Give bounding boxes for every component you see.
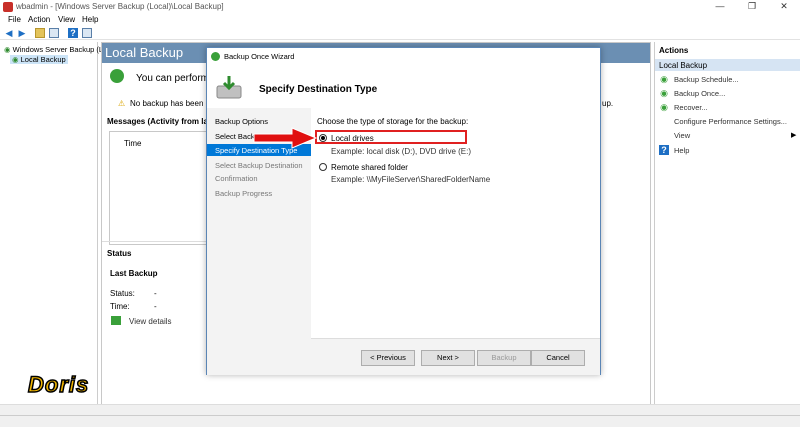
actions-pane: Actions Local Backup ◉ Backup Schedule..…: [654, 42, 800, 415]
backup-icon: ◉: [12, 55, 19, 64]
horizontal-scrollbar[interactable]: [0, 404, 800, 415]
wizard-heading: Specify Destination Type: [259, 84, 378, 95]
actions-section-label: Local Backup: [659, 61, 708, 70]
tree-child-label: Local Backup: [20, 55, 66, 64]
action-backup-once[interactable]: Backup Once...: [674, 89, 725, 98]
properties-icon[interactable]: [82, 28, 92, 38]
next-button[interactable]: Next >: [421, 350, 475, 366]
step-select-destination: Select Backup Destination: [215, 161, 303, 170]
window-title: wbadmin - [Windows Server Backup (Local)…: [16, 2, 224, 11]
backup-once-icon: ◉: [660, 88, 668, 98]
action-recover[interactable]: Recover...: [674, 103, 708, 112]
time-key: Time:: [110, 302, 130, 311]
wizard-content: Choose the type of storage for the backu…: [311, 108, 600, 375]
local-drives-example: Example: local disk (D:), DVD drive (E:): [331, 147, 472, 156]
step-backup-options[interactable]: Backup Options: [215, 117, 268, 126]
warning-tail: up.: [602, 99, 614, 108]
tree-item-local-backup[interactable]: ◉ Local Backup: [10, 55, 68, 64]
forward-icon[interactable]: ▶: [17, 28, 27, 38]
divider: [102, 241, 206, 242]
warning-icon: ⚠: [118, 99, 126, 108]
view-details-link[interactable]: View details: [129, 317, 172, 326]
radio-dot: [321, 136, 325, 140]
backup-icon: [110, 69, 124, 83]
previous-button[interactable]: < Previous: [361, 350, 415, 366]
last-backup-label: Last Backup: [110, 269, 158, 278]
remote-folder-label[interactable]: Remote shared folder: [331, 163, 408, 172]
action-view[interactable]: View: [674, 131, 690, 140]
menu-file[interactable]: File: [8, 15, 21, 24]
dialog-title: Backup Once Wizard: [224, 52, 295, 61]
cancel-button[interactable]: Cancel: [531, 350, 585, 366]
backup-once-wizard-dialog: Backup Once Wizard Specify Destination T…: [206, 47, 601, 375]
warning-text: No backup has been c: [130, 99, 210, 108]
wizard-backup-icon: [215, 74, 243, 100]
recover-icon: ◉: [660, 102, 668, 112]
maximize-button[interactable]: ❐: [737, 0, 767, 14]
folder-up-icon[interactable]: [35, 28, 45, 38]
backup-button: Backup: [477, 350, 531, 366]
menu-bar: File Action View Help: [0, 14, 800, 26]
minimize-button[interactable]: —: [705, 0, 735, 14]
time-column-header[interactable]: Time: [124, 139, 141, 148]
remote-folder-example: Example: \\MyFileServer\SharedFolderName: [331, 175, 491, 184]
menu-help[interactable]: Help: [82, 15, 98, 24]
remote-folder-radio[interactable]: [319, 163, 327, 171]
status-value: -: [154, 289, 157, 298]
tree-root-label: Windows Server Backup (L: [12, 45, 104, 54]
step-backup-progress: Backup Progress: [215, 189, 273, 198]
back-icon[interactable]: ◀: [4, 28, 14, 38]
menu-view[interactable]: View: [58, 15, 75, 24]
menu-action[interactable]: Action: [28, 15, 50, 24]
action-backup-schedule[interactable]: Backup Schedule...: [674, 75, 739, 84]
time-value: -: [154, 302, 157, 311]
status-label: Status: [107, 249, 132, 258]
local-drives-label[interactable]: Local drives: [331, 134, 374, 143]
actions-header: Actions: [659, 46, 689, 55]
watermark-logo: Doris: [27, 371, 90, 398]
help-icon[interactable]: ?: [68, 28, 78, 38]
backup-icon: [211, 52, 220, 61]
status-key: Status:: [110, 289, 135, 298]
schedule-icon: ◉: [660, 74, 668, 84]
status-bar: [0, 415, 800, 427]
close-button[interactable]: ✕: [769, 0, 799, 14]
step-confirmation: Confirmation: [215, 174, 258, 183]
action-help[interactable]: Help: [674, 146, 689, 155]
actions-section[interactable]: Local Backup: [655, 59, 800, 71]
show-hide-tree-icon[interactable]: [49, 28, 59, 38]
tree-item-root[interactable]: ◉ Windows Server Backup (L: [4, 45, 103, 54]
backup-icon: ◉: [4, 45, 11, 54]
view-details-icon: [111, 316, 121, 325]
messages-list[interactable]: Time: [109, 131, 209, 245]
toolbar: ◀ ▶ ?: [0, 26, 800, 40]
title-bar: wbadmin - [Windows Server Backup (Local)…: [0, 0, 800, 14]
red-arrow-annotation: [252, 126, 318, 150]
perform-text: You can perform: [136, 73, 210, 84]
app-icon: [3, 2, 13, 12]
local-drives-radio[interactable]: [319, 134, 327, 142]
action-configure-performance[interactable]: Configure Performance Settings...: [674, 117, 787, 126]
page-title: Local Backup: [105, 45, 184, 60]
help-icon: ?: [659, 145, 669, 155]
instruction-text: Choose the type of storage for the backu…: [317, 117, 469, 126]
wizard-footer: < Previous Next > Backup Cancel: [311, 338, 600, 375]
tree-pane: ◉ Windows Server Backup (L ◉ Local Backu…: [0, 42, 103, 415]
submenu-arrow-icon: ▶: [791, 132, 797, 139]
dialog-title-bar: Backup Once Wizard: [207, 48, 600, 66]
